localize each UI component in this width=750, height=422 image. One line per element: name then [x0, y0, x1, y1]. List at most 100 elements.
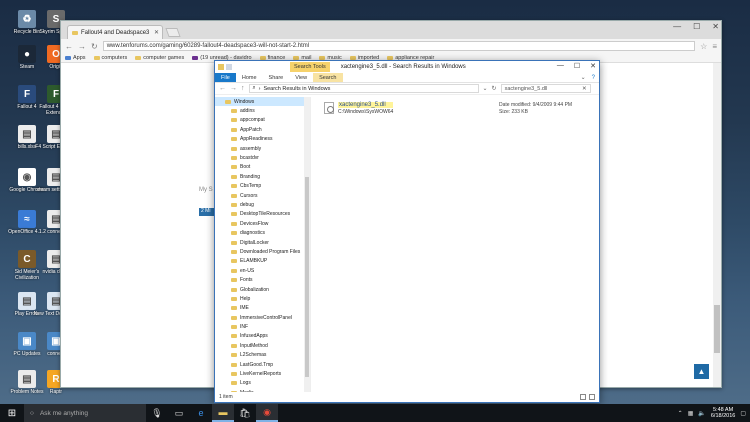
large-icons-view-icon[interactable]: [589, 394, 595, 400]
folder-icon[interactable]: [218, 64, 224, 70]
nav-folder-item[interactable]: assembly: [215, 144, 310, 153]
nav-folder-label: assembly: [240, 145, 262, 152]
reload-icon[interactable]: ↻: [91, 42, 98, 51]
maximize-icon[interactable]: ☐: [693, 22, 700, 31]
nav-scrollbar[interactable]: [304, 97, 310, 392]
bookmark-item[interactable]: computers: [93, 55, 127, 61]
nav-folder-item[interactable]: InfusedApps: [215, 332, 310, 341]
nav-folder-item[interactable]: DevicesFlow: [215, 219, 310, 228]
nav-folder-label: CbsTemp: [240, 183, 262, 190]
microphone-button-icon[interactable]: 🎙: [146, 404, 168, 422]
close-tab-icon[interactable]: ✕: [154, 29, 159, 36]
bookmark-star-icon[interactable]: ☆: [700, 42, 707, 51]
tab-share[interactable]: Share: [263, 73, 290, 82]
scroll-to-top-button[interactable]: ▲: [694, 364, 709, 379]
nav-folder-item[interactable]: ImmersiveControlPanel: [215, 313, 310, 322]
new-tab-button[interactable]: [165, 28, 181, 37]
chrome-tab-title: Fallout4 and Deadspace3: [81, 29, 150, 36]
nav-folder-item[interactable]: Help: [215, 294, 310, 303]
minimize-icon[interactable]: —: [673, 22, 681, 31]
bookmark-item[interactable]: computer games: [135, 55, 184, 61]
chrome-icon[interactable]: ◉: [256, 404, 278, 422]
maximize-icon[interactable]: ☐: [574, 62, 580, 70]
result-size: Size: 233 KB: [499, 109, 528, 115]
nav-folder-item[interactable]: diagnostics: [215, 228, 310, 237]
bookmark-apps[interactable]: Apps: [65, 55, 86, 61]
tab-file[interactable]: File: [215, 73, 236, 82]
dropdown-icon[interactable]: ⌄: [483, 85, 488, 92]
store-icon[interactable]: 🛍: [234, 404, 256, 422]
cortana-search-box[interactable]: ○ Ask me anything: [24, 404, 146, 422]
nav-scroll-thumb[interactable]: [305, 177, 309, 377]
task-view-icon[interactable]: ▭: [168, 404, 190, 422]
volume-icon[interactable]: 🔈: [698, 410, 705, 417]
file-explorer-icon[interactable]: ▬: [212, 404, 234, 422]
nav-folder-item[interactable]: IME: [215, 304, 310, 313]
nav-folder-item[interactable]: CbsTemp: [215, 182, 310, 191]
up-icon[interactable]: ↑: [241, 85, 245, 92]
refresh-icon[interactable]: ↻: [492, 85, 497, 92]
close-icon[interactable]: ✕: [590, 62, 596, 70]
forward-icon[interactable]: →: [78, 42, 86, 51]
clear-search-icon[interactable]: ✕: [582, 86, 587, 92]
nav-item-windows[interactable]: Windows: [215, 97, 310, 107]
network-icon[interactable]: ▦: [688, 410, 694, 417]
nav-folder-item[interactable]: AppReadiness: [215, 135, 310, 144]
help-icon[interactable]: ?: [592, 75, 595, 81]
expand-ribbon-icon[interactable]: ⌄: [581, 74, 586, 81]
minimize-icon[interactable]: —: [557, 62, 564, 70]
details-view-icon[interactable]: [580, 394, 586, 400]
url-bar[interactable]: www.tenforums.com/gaming/60289-fallout4-…: [102, 41, 696, 51]
nav-folder-item[interactable]: L2Schemas: [215, 351, 310, 360]
action-center-icon[interactable]: ▢: [740, 410, 746, 417]
nav-folder-item[interactable]: Boot: [215, 163, 310, 172]
nav-folder-item[interactable]: Logs: [215, 379, 310, 388]
tab-search[interactable]: Search: [313, 73, 343, 82]
nav-folder-item[interactable]: Cursors: [215, 191, 310, 200]
scroll-thumb[interactable]: [714, 305, 720, 353]
search-input[interactable]: xactengine3_5.dll ✕: [500, 84, 591, 93]
nav-folder-item[interactable]: LiveKernelReports: [215, 369, 310, 378]
address-bar[interactable]: ⌕ › Search Results in Windows: [248, 84, 479, 93]
tab-view[interactable]: View: [289, 73, 313, 82]
nav-folder-item[interactable]: DigitalLocker: [215, 238, 310, 247]
menu-icon[interactable]: ≡: [712, 42, 717, 51]
search-result-item[interactable]: xactengine3_5.dll C:\Windows\SysWOW64: [324, 102, 394, 115]
close-icon[interactable]: ✕: [712, 22, 719, 31]
chrome-window-controls: — ☐ ✕: [673, 22, 719, 31]
nav-folder-item[interactable]: InputMethod: [215, 341, 310, 350]
nav-folder-label: AppPatch: [240, 126, 262, 133]
nav-folder-item[interactable]: LastGood.Tmp: [215, 360, 310, 369]
page-scrollbar[interactable]: [713, 63, 721, 387]
back-icon[interactable]: ←: [65, 42, 73, 51]
nav-folder-item[interactable]: debug: [215, 200, 310, 209]
forward-icon[interactable]: →: [230, 85, 237, 92]
nav-folder-item[interactable]: Globalization: [215, 285, 310, 294]
clock[interactable]: 5:48 AM 6/18/2016: [711, 407, 735, 420]
nav-folder-item[interactable]: appcompat: [215, 116, 310, 125]
edge-icon[interactable]: e: [190, 404, 212, 422]
nav-folder-item[interactable]: Branding: [215, 172, 310, 181]
windows-start-icon[interactable]: ⊞: [0, 408, 24, 419]
properties-icon[interactable]: [226, 64, 232, 70]
nav-folder-label: debug: [240, 201, 254, 208]
nav-folder-item[interactable]: bcastdvr: [215, 153, 310, 162]
nav-folder-item[interactable]: Downloaded Program Files: [215, 247, 310, 256]
result-meta: Date modified: 9/4/2009 9:44 PM Size: 23…: [499, 102, 572, 116]
back-icon[interactable]: ←: [219, 85, 226, 92]
show-hidden-icons-icon[interactable]: ⌃: [678, 410, 683, 417]
nav-folder-item[interactable]: INF: [215, 322, 310, 331]
nav-folder-item[interactable]: Fonts: [215, 275, 310, 284]
ribbon-controls: ⌄ ?: [581, 73, 599, 82]
nav-folder-item[interactable]: DesktopTileResources: [215, 210, 310, 219]
context-tab-label[interactable]: Search Tools: [290, 62, 330, 72]
nav-folder-item[interactable]: AppPatch: [215, 125, 310, 134]
chrome-tab[interactable]: Fallout4 and Deadspace3 ✕: [67, 25, 163, 39]
explorer-address-row: ← → ↑ ⌕ › Search Results in Windows ⌄ ↻ …: [215, 83, 599, 95]
folder-icon: [231, 184, 237, 189]
folder-icon: [231, 221, 237, 226]
tab-home[interactable]: Home: [236, 73, 263, 82]
nav-folder-item[interactable]: ELAMBKUP: [215, 257, 310, 266]
nav-folder-item[interactable]: addins: [215, 106, 310, 115]
nav-folder-item[interactable]: en-US: [215, 266, 310, 275]
